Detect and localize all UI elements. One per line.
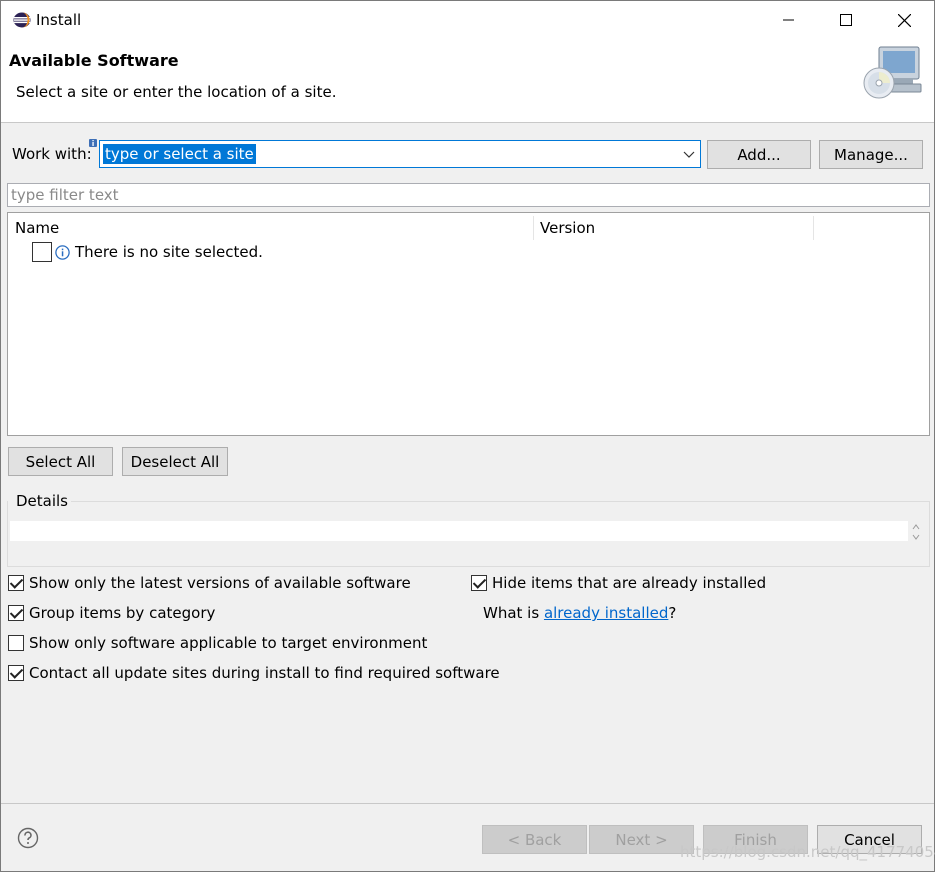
footer-divider bbox=[1, 803, 934, 804]
content-assist-icon bbox=[89, 139, 97, 147]
wizard-header: Available Software Select a site or ente… bbox=[1, 39, 934, 123]
show-applicable-checkbox[interactable] bbox=[8, 635, 24, 651]
page-title: Available Software bbox=[9, 51, 179, 70]
add-site-button[interactable]: Add... bbox=[707, 140, 811, 169]
help-icon[interactable] bbox=[17, 827, 39, 849]
manage-sites-button[interactable]: Manage... bbox=[819, 140, 923, 169]
deselect-all-button[interactable]: Deselect All bbox=[122, 447, 228, 476]
hide-installed-label: Hide items that are already installed bbox=[492, 574, 767, 592]
contact-all-checkbox[interactable] bbox=[8, 665, 24, 681]
option-show-applicable[interactable]: Show only software applicable to target … bbox=[8, 633, 427, 653]
tree-row-label: There is no site selected. bbox=[75, 243, 263, 261]
chevron-down-icon[interactable] bbox=[682, 147, 696, 161]
install-software-icon bbox=[863, 46, 922, 99]
details-text bbox=[10, 521, 908, 541]
window-title: Install bbox=[36, 11, 82, 29]
show-latest-checkbox[interactable] bbox=[8, 575, 24, 591]
details-divider bbox=[71, 501, 930, 502]
watermark: https://blog.csdn.net/qq_41774054 bbox=[680, 843, 935, 861]
what-is-installed: What is already installed? bbox=[483, 604, 676, 622]
tree-row-checkbox[interactable] bbox=[32, 242, 52, 262]
filter-box bbox=[7, 183, 930, 207]
software-tree: Name Version There is no site selected. bbox=[7, 212, 930, 436]
column-header-name[interactable]: Name bbox=[15, 219, 59, 237]
show-applicable-label: Show only software applicable to target … bbox=[29, 634, 428, 652]
page-subtitle: Select a site or enter the location of a… bbox=[16, 83, 337, 101]
work-with-combo[interactable]: type or select a site bbox=[99, 140, 701, 168]
option-show-latest[interactable]: Show only the latest versions of availab… bbox=[8, 573, 411, 593]
details-label: Details bbox=[16, 492, 69, 510]
minimize-icon bbox=[783, 19, 794, 21]
column-header-version[interactable]: Version bbox=[540, 219, 595, 237]
maximize-icon bbox=[840, 14, 852, 26]
what-is-suffix: ? bbox=[668, 604, 677, 622]
contact-all-label: Contact all update sites during install … bbox=[29, 664, 500, 682]
hide-installed-checkbox[interactable] bbox=[471, 575, 487, 591]
close-button[interactable] bbox=[875, 1, 933, 39]
minimize-button[interactable] bbox=[760, 1, 818, 39]
eclipse-icon bbox=[13, 12, 31, 28]
close-icon bbox=[897, 13, 911, 27]
next-button[interactable]: Next > bbox=[589, 825, 694, 854]
back-button[interactable]: < Back bbox=[482, 825, 587, 854]
already-installed-link[interactable]: already installed bbox=[544, 604, 668, 622]
group-by-category-checkbox[interactable] bbox=[8, 605, 24, 621]
install-dialog: Install Available Software Select a site… bbox=[0, 0, 935, 872]
tree-row[interactable]: There is no site selected. bbox=[32, 241, 263, 263]
maximize-button[interactable] bbox=[817, 1, 875, 39]
group-by-category-label: Group items by category bbox=[29, 604, 216, 622]
column-divider[interactable] bbox=[533, 216, 534, 240]
work-with-value: type or select a site bbox=[103, 144, 256, 164]
info-icon bbox=[55, 244, 70, 260]
option-group-by-category[interactable]: Group items by category bbox=[8, 603, 215, 623]
work-with-label: Work with: bbox=[12, 145, 92, 163]
what-is-prefix: What is bbox=[483, 604, 544, 622]
option-hide-installed[interactable]: Hide items that are already installed bbox=[471, 573, 766, 593]
column-divider[interactable] bbox=[813, 216, 814, 240]
select-all-button[interactable]: Select All bbox=[8, 447, 113, 476]
filter-input[interactable] bbox=[8, 184, 929, 206]
details-scroll-icon[interactable] bbox=[911, 522, 921, 542]
option-contact-all[interactable]: Contact all update sites during install … bbox=[8, 663, 500, 683]
title-bar: Install bbox=[1, 1, 934, 39]
show-latest-label: Show only the latest versions of availab… bbox=[29, 574, 411, 592]
